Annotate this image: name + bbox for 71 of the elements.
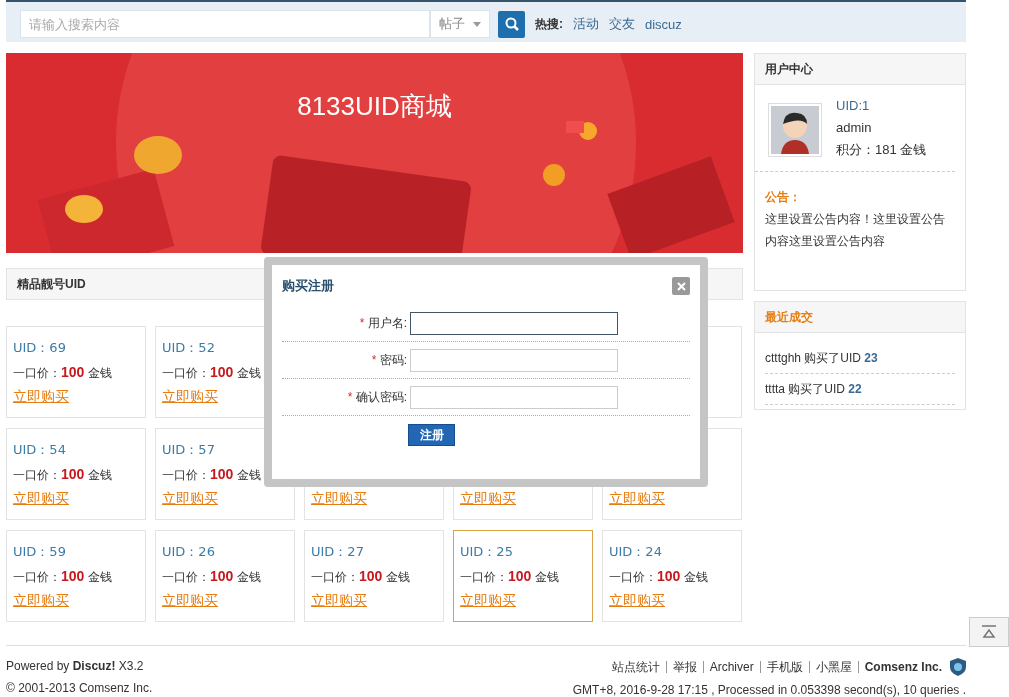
price-text: 一口价：100 金钱 bbox=[609, 567, 709, 585]
panel-title: 用户中心 bbox=[765, 60, 813, 78]
footer-link[interactable]: Comsenz Inc. bbox=[857, 661, 948, 673]
footer-link[interactable]: Archiver bbox=[702, 661, 760, 673]
notice-text: 这里设置公告内容！这里设置公告内容这里设置公告内容 bbox=[765, 211, 946, 250]
transaction-item: ctttghh 购买了UID 23 bbox=[765, 343, 955, 374]
username: admin bbox=[836, 119, 873, 137]
price-text: 一口价：100 金钱 bbox=[162, 363, 262, 381]
scope-dropdown[interactable]: 帖子 bbox=[430, 10, 490, 38]
footer-link[interactable]: 手机版 bbox=[759, 661, 809, 673]
price-text: 一口价：100 金钱 bbox=[311, 567, 411, 585]
arrow-up-icon bbox=[981, 625, 997, 639]
copyright-text: © 2001-2013 Comsenz Inc. bbox=[6, 680, 153, 696]
uid-label: UID：69 bbox=[13, 339, 67, 357]
hot-search-label: 热搜: bbox=[535, 15, 563, 33]
buy-now-link[interactable]: 立即购买 bbox=[609, 489, 665, 507]
notice-label: 公告： bbox=[765, 189, 802, 206]
uid-label: UID：54 bbox=[13, 441, 67, 459]
search-icon bbox=[504, 17, 519, 31]
uid-label: UID：24 bbox=[609, 543, 663, 561]
close-button[interactable] bbox=[672, 277, 690, 295]
banner-title: 8133UID商城 bbox=[296, 90, 453, 123]
back-to-top-button[interactable] bbox=[969, 617, 1009, 647]
points-text: 积分：181 金钱 bbox=[836, 141, 927, 159]
search-field[interactable]: 请输入搜索内容 bbox=[20, 10, 430, 38]
buy-now-link[interactable]: 立即购买 bbox=[162, 387, 218, 405]
buy-now-link[interactable]: 立即购买 bbox=[609, 591, 665, 609]
hot-search-link[interactable]: 活动 bbox=[573, 15, 599, 33]
buy-now-link[interactable]: 立即购买 bbox=[162, 591, 218, 609]
buy-now-link[interactable]: 立即购买 bbox=[460, 489, 516, 507]
avatar-icon bbox=[768, 103, 822, 157]
field-label: * 确认密码: bbox=[346, 388, 408, 406]
price-text: 一口价：100 金钱 bbox=[13, 465, 113, 483]
buy-now-link[interactable]: 立即购买 bbox=[162, 489, 218, 507]
panel-title: 最近成交 bbox=[765, 308, 813, 326]
price-text: 一口价：100 金钱 bbox=[13, 567, 113, 585]
shield-icon bbox=[950, 658, 966, 676]
footer-link[interactable]: 小黑屋 bbox=[808, 661, 858, 673]
stats-text: GMT+8, 2016-9-28 17:15 , Processed in 0.053398 second(s), 10 queries . bbox=[572, 682, 966, 697]
input-field[interactable] bbox=[410, 311, 618, 335]
uid-label: UID：57 bbox=[162, 441, 216, 459]
dialog-title: 购买注册 bbox=[282, 277, 334, 295]
uid-label: UID：27 bbox=[311, 543, 365, 561]
field-label: * 密码: bbox=[370, 351, 408, 369]
close-icon bbox=[676, 281, 686, 291]
caret-icon bbox=[473, 21, 481, 27]
register-button[interactable]: 注册 bbox=[408, 424, 455, 446]
powered-by-text: Powered by Discuz! X3.2 bbox=[6, 658, 145, 674]
section-title: 精品靓号UID bbox=[17, 275, 86, 293]
hot-search-link[interactable]: 交友 bbox=[609, 15, 635, 33]
buy-now-link[interactable]: 立即购买 bbox=[13, 387, 69, 405]
hot-search-link[interactable]: discuz bbox=[645, 16, 682, 32]
footer-link[interactable]: 站点统计 bbox=[605, 661, 666, 673]
buy-now-link[interactable]: 立即购买 bbox=[13, 591, 69, 609]
uid-label: UID：59 bbox=[13, 543, 67, 561]
uid-label: UID：26 bbox=[162, 543, 216, 561]
price-text: 一口价：100 金钱 bbox=[460, 567, 560, 585]
uid-text: UID:1 bbox=[836, 97, 871, 115]
buy-now-link[interactable]: 立即购买 bbox=[13, 489, 69, 507]
search-button[interactable] bbox=[498, 10, 525, 38]
uid-label: UID：52 bbox=[162, 339, 216, 357]
buy-now-link[interactable]: 立即购买 bbox=[460, 591, 516, 609]
price-text: 一口价：100 金钱 bbox=[162, 567, 262, 585]
uid-label: UID：25 bbox=[460, 543, 514, 561]
buy-now-link[interactable]: 立即购买 bbox=[311, 489, 367, 507]
footer-link[interactable]: 举报 bbox=[665, 661, 703, 673]
field-label: * 用户名: bbox=[358, 314, 408, 332]
price-text: 一口价：100 金钱 bbox=[162, 465, 262, 483]
price-text: 一口价：100 金钱 bbox=[13, 363, 113, 381]
buy-now-link[interactable]: 立即购买 bbox=[311, 591, 367, 609]
transaction-item: tttta 购买了UID 22 bbox=[765, 374, 955, 405]
